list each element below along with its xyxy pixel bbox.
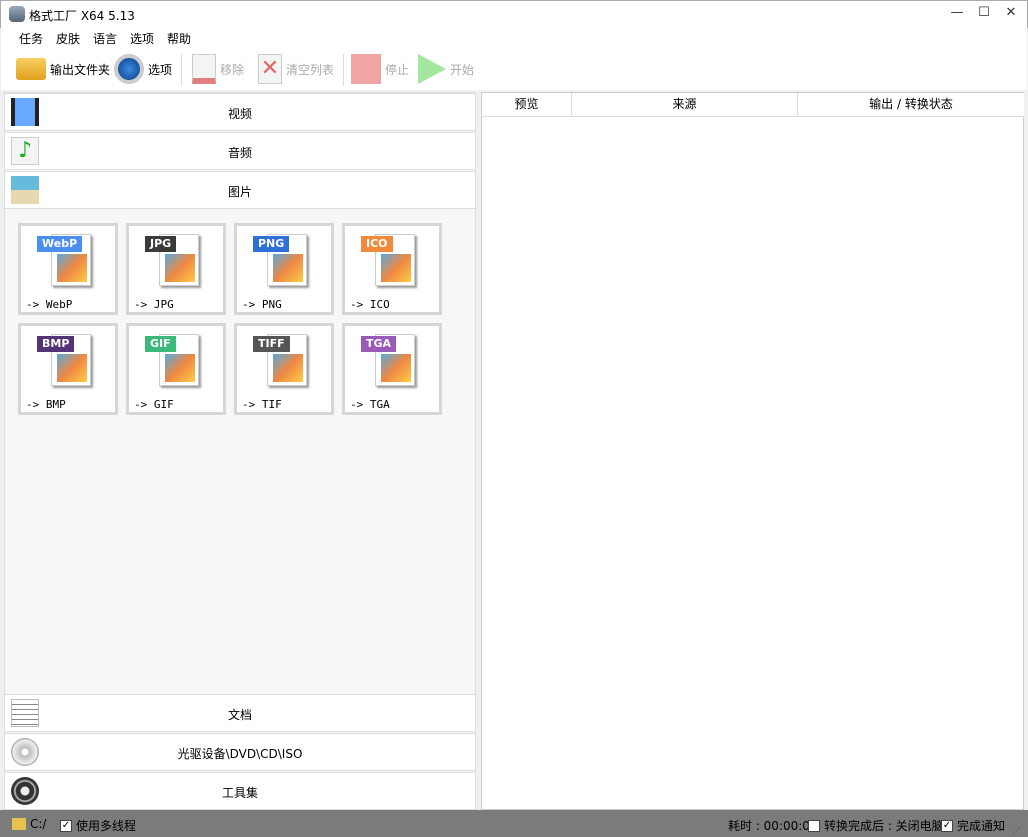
column-output-status[interactable]: 输出 / 转换状态	[798, 93, 1024, 117]
image-thumbnail-icon	[165, 354, 195, 382]
format-label: -> GIF	[134, 398, 174, 411]
format-tile-jpg[interactable]: JPG -> JPG	[126, 223, 226, 315]
category-label: 光驱设备\DVD\CD\ISO	[5, 745, 475, 762]
output-folder-button[interactable]: 输出文件夹	[16, 52, 110, 86]
close-button[interactable]: ✕	[1001, 5, 1021, 25]
stop-icon	[351, 54, 381, 84]
app-icon	[9, 6, 25, 22]
format-tag: JPG	[145, 236, 176, 252]
clear-list-label: 清空列表	[286, 61, 334, 78]
format-tag: PNG	[253, 236, 289, 252]
category-label: 视频	[5, 105, 475, 122]
window-title: 格式工厂 X64 5.13	[29, 7, 135, 24]
gear-icon	[114, 54, 144, 84]
menu-language[interactable]: 语言	[93, 30, 117, 47]
image-thumbnail-icon	[273, 354, 303, 382]
category-image[interactable]: 图片	[5, 171, 475, 209]
format-tile-bmp[interactable]: BMP -> BMP	[18, 323, 118, 415]
category-tools[interactable]: 工具集	[5, 772, 475, 810]
divider	[181, 54, 182, 86]
category-label: 文档	[5, 706, 475, 723]
format-tile-tiff[interactable]: TIFF -> TIF	[234, 323, 334, 415]
folder-icon	[12, 818, 26, 830]
format-tile-gif[interactable]: GIF -> GIF	[126, 323, 226, 415]
start-button[interactable]: 开始	[418, 52, 474, 86]
format-tag: BMP	[37, 336, 74, 352]
format-tag: WebP	[37, 236, 82, 252]
maximize-button[interactable]: ☐	[974, 5, 994, 25]
menu-task[interactable]: 任务	[19, 30, 43, 47]
options-label: 选项	[148, 61, 172, 78]
format-tag: GIF	[145, 336, 176, 352]
minimize-button[interactable]: —	[947, 5, 967, 25]
output-path[interactable]: C:/	[12, 817, 46, 831]
start-label: 开始	[450, 61, 474, 78]
divider	[343, 54, 344, 86]
checkbox-unchecked[interactable]	[808, 820, 820, 832]
category-label: 工具集	[5, 784, 475, 801]
title-bar: 格式工厂 X64 5.13 — ☐ ✕	[0, 0, 1028, 28]
category-panel: 视频 ♪音频 图片 WebP -> WebP JPG -> JPG PNG ->…	[4, 92, 476, 810]
format-tag: TGA	[361, 336, 396, 352]
column-preview[interactable]: 预览	[482, 93, 572, 117]
image-thumbnail-icon	[57, 354, 87, 382]
format-tag: TIFF	[253, 336, 290, 352]
shutdown-checkbox[interactable]: 转换完成后 : 关闭电脑	[808, 817, 944, 834]
stop-label: 停止	[385, 61, 409, 78]
status-bar: C:/ ✓ 使用多线程 耗时 : 00:00:00 转换完成后 : 关闭电脑 ✓ 完…	[0, 810, 1028, 837]
format-label: -> TGA	[350, 398, 390, 411]
notify-checkbox[interactable]: ✓ 完成通知	[941, 817, 1005, 834]
resize-grip[interactable]: ⋰	[1012, 826, 1020, 835]
image-thumbnail-icon	[165, 254, 195, 282]
format-label: -> ICO	[350, 298, 390, 311]
image-thumbnail-icon	[273, 254, 303, 282]
folder-icon	[16, 58, 46, 80]
category-video[interactable]: 视频	[5, 93, 475, 131]
column-source[interactable]: 来源	[572, 93, 798, 117]
category-optical-drive[interactable]: 光驱设备\DVD\CD\ISO	[5, 733, 475, 771]
category-label: 图片	[5, 183, 475, 200]
format-label: -> PNG	[242, 298, 282, 311]
format-label: -> WebP	[26, 298, 72, 311]
path-label: C:/	[30, 817, 46, 831]
checkbox-checked[interactable]: ✓	[60, 820, 72, 832]
category-document[interactable]: 文档	[5, 694, 475, 732]
remove-icon	[192, 54, 216, 84]
task-list: 预览 来源 输出 / 转换状态	[481, 92, 1024, 810]
output-folder-label: 输出文件夹	[50, 61, 110, 78]
remove-button[interactable]: 移除	[192, 52, 244, 86]
format-tag: ICO	[361, 236, 393, 252]
format-tile-webp[interactable]: WebP -> WebP	[18, 223, 118, 315]
menu-skin[interactable]: 皮肤	[56, 30, 80, 47]
menu-options[interactable]: 选项	[130, 30, 154, 47]
format-label: -> JPG	[134, 298, 174, 311]
multithread-label: 使用多线程	[76, 817, 136, 834]
options-button[interactable]: 选项	[114, 52, 172, 86]
stop-button[interactable]: 停止	[351, 52, 409, 86]
menu-bar: 任务 皮肤 语言 选项 帮助	[1, 28, 1027, 48]
menu-help[interactable]: 帮助	[167, 30, 191, 47]
category-audio[interactable]: ♪音频	[5, 132, 475, 170]
image-thumbnail-icon	[381, 254, 411, 282]
clear-icon: ✕	[258, 54, 282, 84]
elapsed-time: 耗时 : 00:00:00	[728, 817, 818, 834]
image-thumbnail-icon	[57, 254, 87, 282]
checkbox-checked[interactable]: ✓	[941, 820, 953, 832]
clear-list-button[interactable]: ✕ 清空列表	[258, 52, 334, 86]
remove-label: 移除	[220, 61, 244, 78]
format-label: -> TIF	[242, 398, 282, 411]
format-tile-ico[interactable]: ICO -> ICO	[342, 223, 442, 315]
format-tile-tga[interactable]: TGA -> TGA	[342, 323, 442, 415]
format-tile-png[interactable]: PNG -> PNG	[234, 223, 334, 315]
image-thumbnail-icon	[381, 354, 411, 382]
notify-label: 完成通知	[957, 817, 1005, 834]
category-label: 音频	[5, 144, 475, 161]
shutdown-label: 转换完成后 : 关闭电脑	[824, 817, 944, 834]
play-icon	[418, 54, 446, 84]
multithread-checkbox[interactable]: ✓ 使用多线程	[60, 817, 136, 834]
format-label: -> BMP	[26, 398, 66, 411]
